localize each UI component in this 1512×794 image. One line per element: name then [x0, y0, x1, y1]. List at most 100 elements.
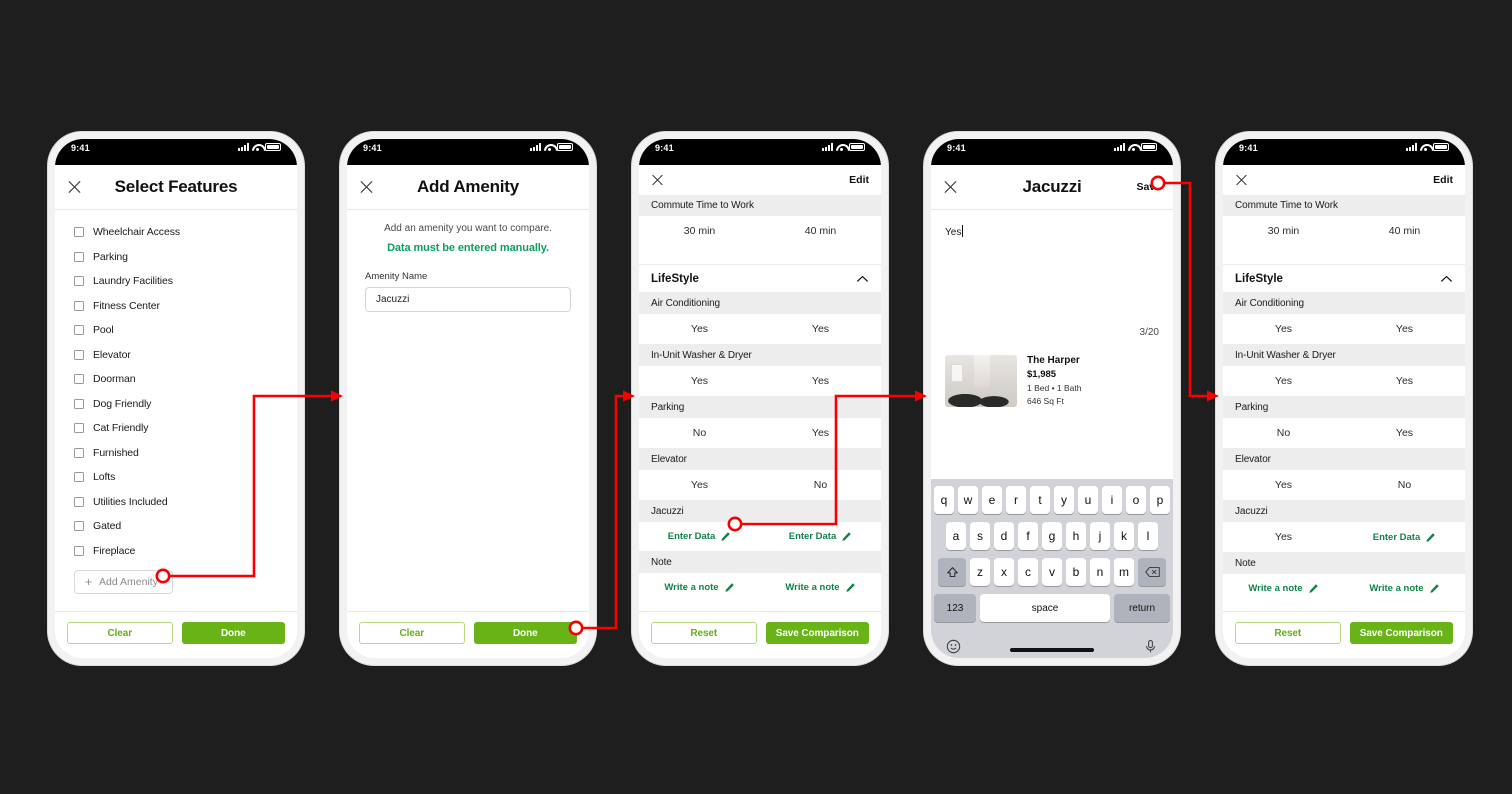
list-item[interactable]: Cat Friendly: [55, 416, 297, 441]
add-amenity-button[interactable]: + Add Amenity: [74, 570, 173, 594]
reset-button[interactable]: Reset: [651, 622, 757, 644]
enter-data-right-button[interactable]: Enter Data: [1344, 522, 1465, 552]
key-h[interactable]: h: [1066, 522, 1086, 550]
save-button[interactable]: Save: [1136, 181, 1161, 193]
key-y[interactable]: y: [1054, 486, 1074, 514]
done-button[interactable]: Done: [181, 622, 285, 644]
checkbox-icon[interactable]: [74, 398, 84, 409]
shift-icon[interactable]: [938, 558, 966, 586]
space-key[interactable]: space: [980, 594, 1110, 622]
list-item[interactable]: Parking: [55, 245, 297, 270]
close-icon[interactable]: [67, 180, 82, 195]
row-header: Jacuzzi: [639, 501, 881, 522]
save-comparison-button[interactable]: Save Comparison: [765, 622, 869, 644]
list-item[interactable]: Utilities Included: [55, 490, 297, 515]
checkbox-icon[interactable]: [74, 276, 84, 287]
listing-card[interactable]: The Harper $1,985 1 Bed • 1 Bath 646 Sq …: [931, 347, 1173, 417]
key-m[interactable]: m: [1114, 558, 1134, 586]
list-item[interactable]: Lofts: [55, 465, 297, 490]
save-comparison-button[interactable]: Save Comparison: [1349, 622, 1453, 644]
key-b[interactable]: b: [1066, 558, 1086, 586]
key-p[interactable]: p: [1150, 486, 1170, 514]
on-screen-keyboard[interactable]: q w e r t y u i o p a s d f g h j k l z …: [931, 479, 1173, 658]
enter-data-right-button[interactable]: Enter Data: [760, 522, 881, 551]
key-j[interactable]: j: [1090, 522, 1110, 550]
emoji-icon[interactable]: [946, 639, 961, 654]
return-key[interactable]: return: [1114, 594, 1170, 622]
close-icon[interactable]: [359, 180, 374, 195]
checkbox-icon[interactable]: [74, 349, 84, 360]
chevron-up-icon[interactable]: [1440, 275, 1453, 283]
write-note-right-button[interactable]: Write a note: [1344, 574, 1465, 603]
key-s[interactable]: s: [970, 522, 990, 550]
key-k[interactable]: k: [1114, 522, 1134, 550]
microphone-icon[interactable]: [1143, 639, 1158, 654]
key-x[interactable]: x: [994, 558, 1014, 586]
checkbox-icon[interactable]: [74, 227, 84, 238]
key-e[interactable]: e: [982, 486, 1002, 514]
note-input[interactable]: Yes: [931, 210, 1173, 240]
key-c[interactable]: c: [1018, 558, 1038, 586]
checkbox-icon[interactable]: [74, 472, 84, 483]
checkbox-icon[interactable]: [74, 325, 84, 336]
checkbox-icon[interactable]: [74, 447, 84, 458]
amenity-name-input[interactable]: Jacuzzi: [365, 287, 571, 312]
list-item[interactable]: Elevator: [55, 343, 297, 368]
key-u[interactable]: u: [1078, 486, 1098, 514]
backspace-icon[interactable]: [1138, 558, 1166, 586]
list-item[interactable]: Fitness Center: [55, 294, 297, 319]
clear-button[interactable]: Clear: [67, 622, 173, 644]
numeric-key[interactable]: 123: [934, 594, 976, 622]
close-icon[interactable]: [1235, 174, 1248, 187]
comparison-scroll-area[interactable]: Edit Commute Time to Work 30 min 40 min …: [639, 165, 881, 612]
checkbox-icon[interactable]: [74, 374, 84, 385]
list-item[interactable]: Doorman: [55, 367, 297, 392]
key-r[interactable]: r: [1006, 486, 1026, 514]
edit-button[interactable]: Edit: [1433, 174, 1453, 186]
write-note-right-button[interactable]: Write a note: [760, 573, 881, 602]
list-item[interactable]: Wheelchair Access: [55, 220, 297, 245]
key-t[interactable]: t: [1030, 486, 1050, 514]
key-g[interactable]: g: [1042, 522, 1062, 550]
checkbox-icon[interactable]: [74, 545, 84, 556]
list-item[interactable]: Laundry Facilities: [55, 269, 297, 294]
key-f[interactable]: f: [1018, 522, 1038, 550]
key-l[interactable]: l: [1138, 522, 1158, 550]
list-item[interactable]: Dog Friendly: [55, 392, 297, 417]
write-note-left-button[interactable]: Write a note: [1223, 574, 1344, 603]
checkbox-icon[interactable]: [74, 521, 84, 532]
checkbox-icon[interactable]: [74, 300, 84, 311]
comparison-scroll-area[interactable]: Edit Commute Time to Work 30 min 40 min …: [1223, 165, 1465, 612]
key-n[interactable]: n: [1090, 558, 1110, 586]
table-row: Yes Yes: [1223, 366, 1465, 397]
list-item[interactable]: Pool: [55, 318, 297, 343]
lifestyle-group-header[interactable]: LifeStyle: [639, 265, 881, 293]
lifestyle-group-header[interactable]: LifeStyle: [1223, 265, 1465, 293]
key-a[interactable]: a: [946, 522, 966, 550]
list-item[interactable]: Gated: [55, 514, 297, 539]
checkbox-icon[interactable]: [74, 251, 84, 262]
key-d[interactable]: d: [994, 522, 1014, 550]
key-i[interactable]: i: [1102, 486, 1122, 514]
key-o[interactable]: o: [1126, 486, 1146, 514]
done-button[interactable]: Done: [473, 622, 577, 644]
enter-data-left-button[interactable]: Enter Data: [639, 522, 760, 551]
edit-button[interactable]: Edit: [849, 174, 869, 186]
manual-entry-warning: Data must be entered manually.: [387, 242, 549, 254]
write-note-left-button[interactable]: Write a note: [639, 573, 760, 602]
key-q[interactable]: q: [934, 486, 954, 514]
key-z[interactable]: z: [970, 558, 990, 586]
checkbox-icon[interactable]: [74, 423, 84, 434]
reset-button[interactable]: Reset: [1235, 622, 1341, 644]
row-header: In-Unit Washer & Dryer: [1223, 345, 1465, 366]
close-icon[interactable]: [651, 174, 664, 187]
clear-button[interactable]: Clear: [359, 622, 465, 644]
list-item[interactable]: Furnished: [55, 441, 297, 466]
close-icon[interactable]: [943, 180, 958, 195]
key-v[interactable]: v: [1042, 558, 1062, 586]
chevron-up-icon[interactable]: [856, 275, 869, 283]
key-w[interactable]: w: [958, 486, 978, 514]
list-item[interactable]: Fireplace: [55, 539, 297, 564]
checkbox-icon[interactable]: [74, 496, 84, 507]
cellular-signal-icon: [1406, 143, 1417, 151]
